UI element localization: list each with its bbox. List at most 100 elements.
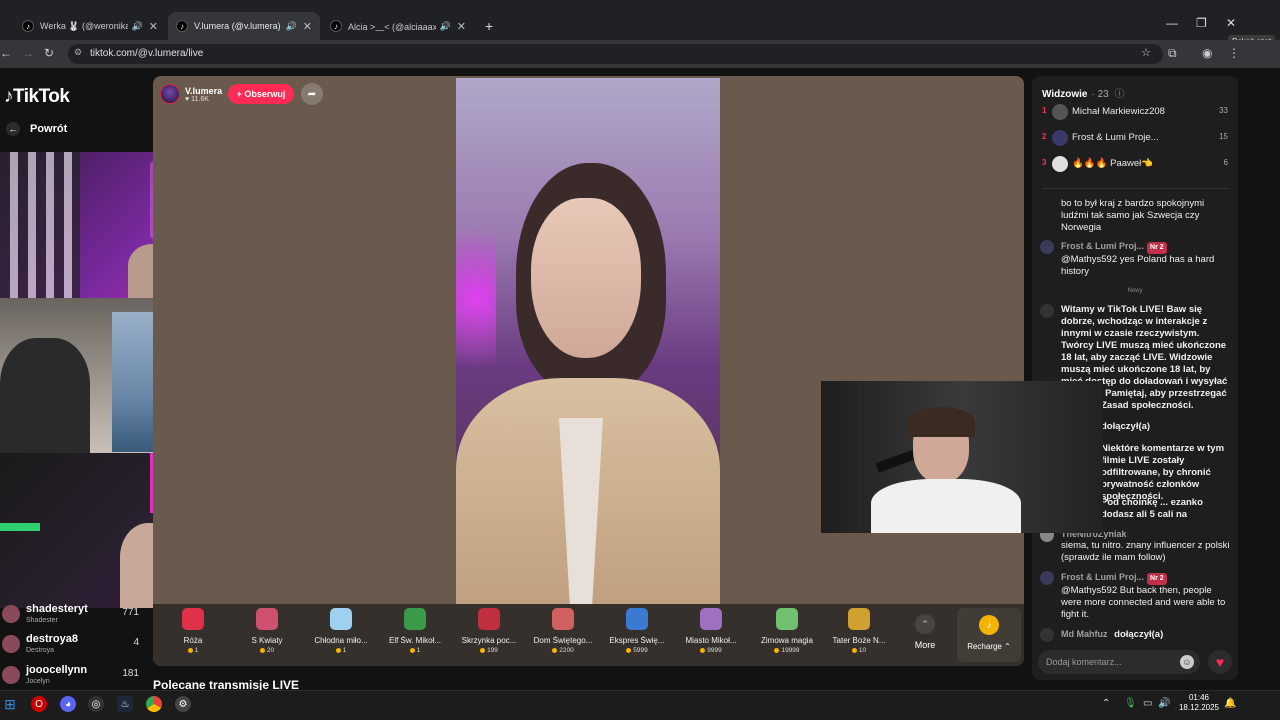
gift-item[interactable]: Skrzynka poc... 199 [451,608,527,666]
chevron-up-icon[interactable]: ⌃ [1102,698,1110,709]
viewer-name: destroya8 [26,633,78,645]
coin-icon: ♪ [979,615,999,635]
system-clock[interactable]: 01:46 18.12.2025 [1174,693,1224,713]
notification-bell-icon[interactable]: 🔔 [1224,698,1236,709]
host-avatar[interactable] [160,84,180,104]
close-tab-icon[interactable]: ✕ [303,20,312,33]
avatar[interactable] [1040,240,1054,254]
gift-item[interactable]: Dom Świętego... 2200 [525,608,601,666]
settings-gear-icon[interactable]: ⚙ [175,696,191,712]
viewer-row[interactable]: jooocellynn Jocelyn 181 [0,664,145,690]
back-icon[interactable]: ← [0,46,12,60]
chrome-icon[interactable] [146,696,162,712]
speaker-icon[interactable]: 🔊 [286,21,297,32]
message-author[interactable]: Frost & Lumi Proj... [1061,572,1144,582]
speaker-icon[interactable]: 🔊 [132,21,143,32]
viewer-sub: Destroya [26,647,55,654]
elf-icon [404,608,426,630]
gift-price: 10 [821,647,897,654]
viewer-count: 771 [122,607,139,618]
viewers-header[interactable]: Widzowie · 23 ⓘ [1042,85,1124,100]
message-author[interactable]: Frost & Lumi Proj... [1061,241,1144,251]
gift-name: S Kwiaty [251,636,283,645]
close-tab-icon[interactable]: ✕ [457,20,466,33]
gift-item[interactable]: Zimowa magia 19999 [749,608,825,666]
url-field[interactable]: ⚙ tiktok.com/@v.lumera/live ☆ [68,44,1163,64]
profile-icon[interactable]: ◉ [1202,46,1212,60]
gift-price: 1 [155,647,231,654]
message-author[interactable]: Md Mahfuz [1061,629,1108,639]
gift-item[interactable]: Elf Św. Mikoł... 1 [377,608,453,666]
gift-item[interactable]: Miasto Mikoł... 9999 [673,608,749,666]
gift-item[interactable]: Ekspres Świę... 5999 [599,608,675,666]
top-viewer-name: 🔥🔥🔥 Paaweł👈 [1072,158,1154,169]
volume-icon[interactable]: 🔊 [1158,698,1170,709]
rank-badge: Nr 2 [1147,573,1167,585]
opera-icon[interactable]: O [31,696,47,712]
top-viewer-row[interactable]: 2 Frost & Lumi Proje... 15 [1032,128,1238,150]
obs-icon[interactable]: ◎ [88,696,104,712]
avatar[interactable] [1040,571,1054,585]
minimize-icon[interactable]: — [1166,16,1178,30]
tab-alcia[interactable]: ♪ Alcia >﹏< (@alciaaaxo) pro 🔊 ✕ [322,12,474,40]
bookmark-star-icon[interactable]: ☆ [1141,46,1151,59]
host-likes: 11.6K [191,95,209,103]
town-icon [700,608,722,630]
more-gifts-button[interactable]: ⌃ More [905,608,945,658]
follow-button[interactable]: + Obserwuj [228,84,294,104]
share-icon[interactable]: ➦ [301,83,323,105]
viewer-row[interactable]: shadesteryt Shadester 771 [0,603,145,629]
close-tab-icon[interactable]: ✕ [149,20,158,33]
recharge-button[interactable]: ♪ Recharge ⌃ [957,608,1021,662]
top-viewer-score: 15 [1219,132,1228,141]
extensions-icon[interactable]: ⧉ [1168,46,1177,61]
microphone-icon[interactable]: 🎙 [1124,698,1137,709]
info-icon[interactable]: ⓘ [1114,89,1124,100]
gift-item[interactable]: Tater Boże N... 10 [821,608,897,666]
live-video[interactable] [456,78,720,606]
forward-icon[interactable]: → [22,46,34,60]
tab-vlumera[interactable]: ♪ V.lumera (@v.lumera) prow 🔊 ✕ [168,12,320,40]
windows-start-icon[interactable]: ⊞ [2,696,18,712]
menu-dots-icon[interactable]: ⋮ [1228,46,1240,60]
live-stream-player[interactable]: V.lumera ♥ 11.6K + Obserwuj ➦ Róża 1 S K… [153,76,1024,666]
reload-icon[interactable]: ↻ [44,46,54,60]
host-info[interactable]: V.lumera ♥ 11.6K [160,82,222,106]
tiktok-logo[interactable]: ♪TikTok [4,86,70,108]
overlay-webcam [821,381,1103,533]
monitor-icon[interactable]: ▭ [1143,698,1152,709]
message-text: bo to był kraj z bardzo spokojnymi ludźm… [1061,198,1205,233]
chat-message: bo to był kraj z bardzo spokojnymi ludźm… [1040,198,1234,234]
chat-message: Md Mahfuz dołączył(a) [1040,628,1234,642]
new-tab-icon[interactable]: + [485,18,493,34]
top-viewer-name: Frost & Lumi Proje... [1072,132,1159,143]
viewer-name: shadesteryt [26,603,88,615]
maximize-icon[interactable]: ❐ [1196,16,1207,30]
viewers-title: Widzowie [1042,89,1088,100]
tab-werka[interactable]: ♪ Werka 🐰 (@weronikadoro 🔊 ✕ [14,12,166,40]
gift-item[interactable]: S Kwiaty 20 [229,608,305,666]
top-viewer-row[interactable]: 1 Michał Markiewicz208 33 [1032,102,1238,124]
gift-item[interactable]: Chłodna miło... 1 [303,608,379,666]
gift-price: 1 [303,647,379,654]
viewer-row[interactable]: destroya8 Destroya 4 [0,633,145,659]
top-viewer-row[interactable]: 3 🔥🔥🔥 Paaweł👈 6 [1032,154,1238,176]
site-info-icon[interactable]: ⚙ [74,47,82,58]
message-text: @Mathys592 But back then, people were mo… [1061,585,1226,620]
speaker-icon[interactable]: 🔊 [440,21,451,32]
rank-badge: Nr 2 [1147,242,1167,254]
back-button[interactable]: ← Powrót [6,122,67,136]
like-heart-icon[interactable]: ♥ [1208,650,1232,674]
emoji-icon[interactable]: ☺ [1180,655,1194,669]
join-icon [1040,628,1054,642]
gift-item[interactable]: Róża 1 [155,608,231,666]
browser-tab-bar: ♪ Werka 🐰 (@weronikadoro 🔊 ✕ ♪ V.lumera … [0,0,1280,40]
arrow-left-icon: ← [6,122,20,136]
clock-date: 18.12.2025 [1178,703,1220,712]
taskbar [0,690,1280,720]
steam-icon[interactable]: ♨ [117,696,133,712]
comment-input[interactable]: Dodaj komentarz... [1038,650,1200,674]
close-window-icon[interactable]: ✕ [1226,16,1236,30]
message-text: @Mathys592 yes Poland has a hard history [1061,254,1215,277]
discord-icon[interactable]: ◕ [60,696,76,712]
